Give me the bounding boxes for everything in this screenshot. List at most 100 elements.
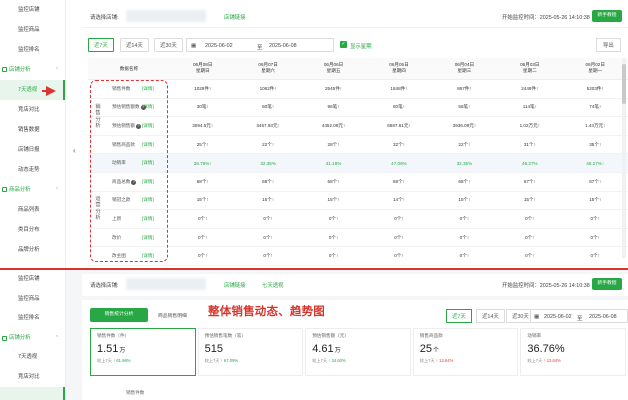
metric-card[interactable]: 预估销售笔数（笔） 515 较上7天 ↑ 67.09% (197, 328, 304, 376)
range-14-button[interactable]: 近14天 (120, 38, 149, 52)
sidebar-item-label: 店铺分析 (9, 334, 31, 341)
table-cell: 0个↑ (459, 253, 470, 259)
metric-label: 销售商品款 (419, 333, 443, 338)
metric-compare-label: 较上7天 (312, 358, 328, 363)
header-weekday: 星期三 (457, 68, 472, 73)
tab-product-detail[interactable]: 商品销售明细 (158, 312, 187, 319)
store-link[interactable]: 店铺链接 (224, 281, 246, 289)
sidebar-item[interactable]: 监控店铺 (0, 0, 65, 20)
table-cell: 68个↑ (196, 178, 209, 184)
table-cell: 1029件↑ (194, 85, 212, 91)
table-row: 销售件数 [详情] 1029件↑ 1062件↑ 2545件↑ 1848件↑ 867件↑ 244… (88, 80, 628, 99)
header-weekday: 星期二 (522, 68, 537, 73)
sidebar-item[interactable]: 监控店铺 (0, 270, 65, 290)
sidebar-item[interactable]: 类目分布 (0, 220, 65, 240)
date-range-picker[interactable]: ▦ 2025-06-02 至 2025-06-08 (186, 38, 334, 52)
monitor-start-time: 开始监控时间：2025-05-26 14:10:38 (502, 15, 590, 21)
grid-header-date: 06月06日 星期五 (301, 58, 366, 79)
new-tutorial-button[interactable]: 新手教程 (592, 278, 622, 290)
annotation-arrow (42, 86, 56, 96)
metric-compare-value: 61.96% (116, 358, 131, 363)
table-cell: 35个↑ (589, 141, 602, 147)
table-cell: 6687.61元↑ (387, 122, 411, 128)
sidebar-item[interactable]: 动态走势 (0, 160, 65, 180)
new-tutorial-label: 新手教程 (597, 13, 617, 18)
sidebar-item[interactable]: 监控排名 (0, 309, 65, 329)
sidebar-item[interactable]: 7天透视 (0, 348, 65, 368)
store-select-input[interactable] (126, 278, 206, 290)
export-button[interactable]: 导出 (596, 38, 621, 52)
group-label-sales: 销售分析 (95, 104, 101, 130)
sidebar-group[interactable]: 商品分析 ⌃ (0, 180, 65, 200)
range-30-button[interactable]: 近30天 (154, 38, 183, 52)
calendar-icon: ▦ (534, 314, 540, 320)
range-7-button[interactable]: 近7天 (88, 38, 114, 52)
tab-sales-stats[interactable]: 销售统计分析 (90, 308, 148, 322)
table-row: 商品总数? [详情] 68个↑ 68个↑ 68个↑ 68个↑ 68个↑ 67个↑ 67个↑ (88, 173, 628, 192)
grid-header: 数据名称 06月08日 星期日 06月07日 星期六 06月06日 星期五 06月05日 星期四… (88, 58, 628, 80)
table-cell: 74笔↑ (589, 104, 602, 110)
sidebar-item[interactable]: 商品列表 (0, 200, 65, 220)
table-row: 改价 [详情] 0个↑ 0个↑ 0个↑ 0个↑ 0个↑ 0个↑ 0个↑ (88, 229, 628, 248)
table-cell: 0个↑ (263, 234, 273, 240)
table-cell: 32.35% (260, 160, 276, 166)
table-cell: 2449件↑ (521, 85, 539, 91)
range-7-button[interactable]: 近7天 (446, 309, 472, 323)
top-screenshot: 监控店铺 监控商品 监控排名 店铺分析 ⌃ 7天透视 竞店对比 销售数据 店铺日报 动态走势 商品分… (0, 0, 628, 268)
metric-compare: 较上7天 ↑ 13.64% (420, 358, 512, 364)
table-cell: 0个↑ (525, 253, 535, 259)
chevron-up-icon: ⌃ (54, 334, 59, 341)
date-separator: 至 (577, 316, 583, 322)
table-cell: 0个↑ (525, 215, 535, 221)
table-cell: 0个↑ (328, 253, 339, 259)
sidebar-item[interactable]: 监控商品 (0, 290, 65, 310)
table-cell: 31个↑ (523, 141, 536, 147)
metric-label: 预估销售笔数（笔） (204, 333, 246, 338)
overlay-title: 整体销售动态、趋势图 (208, 304, 325, 318)
sidebar-item[interactable]: 竞店对比 (0, 100, 65, 120)
sidebar-group[interactable]: 店铺分析 ⌃ (0, 60, 65, 80)
sidebar-item[interactable]: 竞店对比 (0, 368, 65, 388)
metric-card[interactable]: 预估销售额（元） 4.61万 较上7天 ↑ 34.60% (305, 328, 411, 376)
seven-day-link[interactable]: 七天透视 (262, 281, 284, 289)
sidebar-item[interactable]: 监控排名 (0, 40, 65, 60)
header-bar: 请选择店铺: 店铺链接 七天透视 开始监控时间：2025-05-26 14:10… (82, 274, 628, 296)
table-row: 销冠之款 [详情] 15个↑ 15个↑ 15个↑ 14个↑ 15个↑ 15个↑ 15个↑ (88, 192, 628, 211)
sidebar-item[interactable]: 店铺日报 (0, 140, 65, 160)
metric-card[interactable]: 动销率 36.76% 较上7天 ↑ 13.64% (520, 328, 626, 376)
table-cell: 67个↑ (523, 178, 536, 184)
sidebar-item[interactable]: 销售数据 (0, 120, 65, 140)
table-cell: 46.27% (522, 160, 538, 166)
date-start: 2025-06-02 (544, 314, 572, 320)
table-cell: 67个↑ (589, 178, 602, 184)
show-weekday-checkbox[interactable]: ✓ (340, 41, 347, 48)
table-cell: 867件↑ (457, 85, 472, 91)
sidebar-item[interactable]: 监控商品 (0, 20, 65, 40)
table-cell: 1.43万元↑ (585, 122, 606, 128)
date-range-picker[interactable]: ▦ 2025-06-02 至 2025-06-08 (530, 309, 628, 323)
vertical-scrollbar[interactable] (622, 58, 626, 258)
metric-label: 预估销售额（元） (312, 333, 349, 338)
sidebar-item[interactable]: 品牌分析 (0, 240, 65, 260)
metric-unit: 个 (433, 348, 440, 354)
metric-card[interactable]: 销售商品款 25个 较上7天 ↑ 13.64% (412, 328, 519, 376)
sidebar-group[interactable]: 店铺分析 ⌃ (0, 329, 65, 349)
collapse-sidebar-icon[interactable]: ‹ (73, 146, 76, 155)
table-cell: 3094.5元↑ (192, 122, 214, 128)
range-14-button[interactable]: 近14天 (476, 309, 505, 323)
store-select-input[interactable] (126, 10, 206, 22)
store-link[interactable]: 店铺链接 (224, 13, 246, 21)
sidebar-item[interactable] (0, 387, 65, 400)
sidebar-item-label: 监控排名 (18, 315, 40, 321)
new-tutorial-button[interactable]: 新手教程 (592, 10, 622, 22)
header-weekday: 星期四 (392, 68, 406, 73)
table-cell: 22个↑ (262, 141, 275, 147)
table-cell: 0个↑ (394, 253, 404, 259)
sidebar: 监控店铺 监控商品 监控排名 店铺分析 ⌃ 7天透视 竞店对比 销售数据 店铺日报 动态走势 商品分… (0, 0, 66, 268)
metric-compare-value: 13.64% (546, 358, 561, 363)
sidebar-item-label: 竞店对比 (18, 373, 40, 380)
metric-card[interactable]: 销售件数（件） 1.51万 较上7天 ↑ 61.96% (90, 328, 196, 376)
sidebar-item-label: 竞店对比 (18, 107, 40, 113)
metric-compare: 较上7天 ↑ 61.96% (97, 358, 189, 364)
table-cell: 3457.93元↑ (256, 122, 280, 128)
